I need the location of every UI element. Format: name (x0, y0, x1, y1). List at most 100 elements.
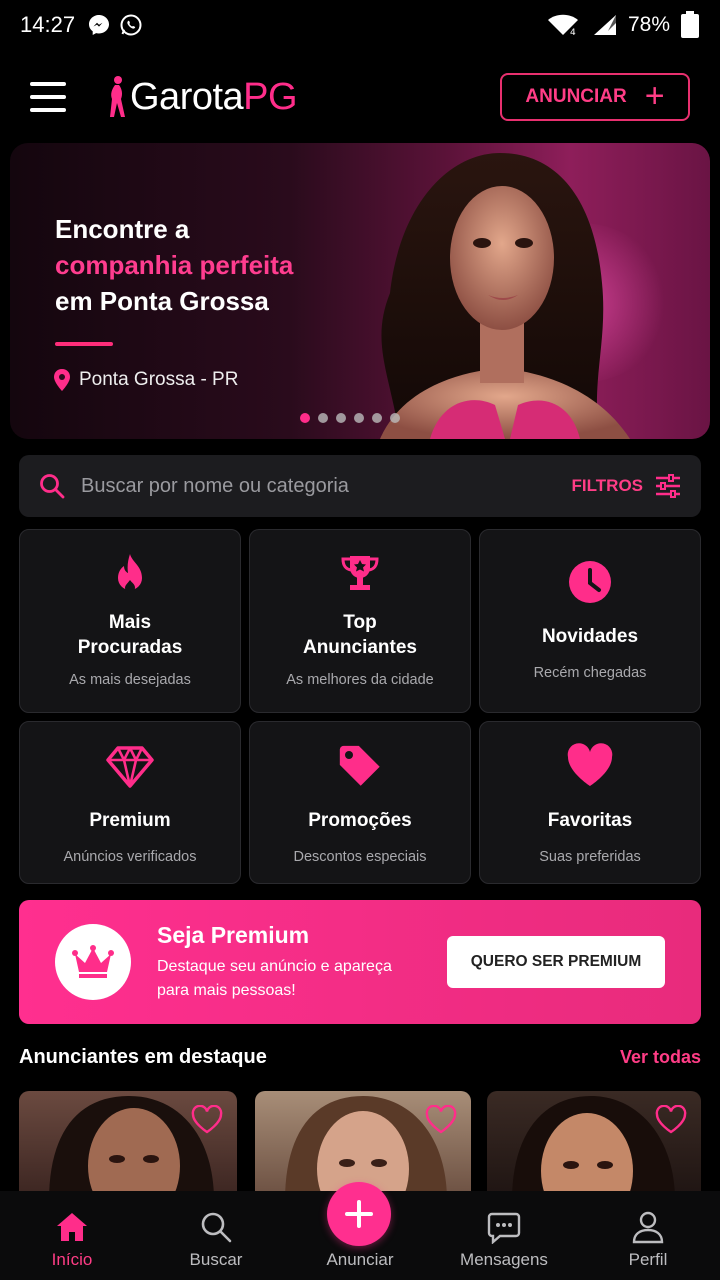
nav-label: Anunciar (326, 1250, 394, 1269)
plus-icon: + (644, 76, 665, 115)
logo-figure-icon (110, 76, 125, 117)
featured-card[interactable] (19, 1091, 237, 1201)
anunciar-header-button[interactable]: ANUNCIAR + (500, 73, 690, 121)
category-subtitle: As mais desejadas (69, 672, 191, 688)
menu-button[interactable] (30, 82, 66, 112)
anunciar-header-label: ANUNCIAR (525, 86, 627, 107)
premium-cta-button[interactable]: QUERO SER PREMIUM (447, 936, 665, 988)
location-pin-icon (54, 369, 70, 391)
filters-button[interactable]: FILTROS (572, 474, 681, 498)
flame-icon (118, 554, 142, 593)
messenger-icon (89, 15, 110, 35)
featured-list (19, 1091, 719, 1201)
category-top-anunciantes[interactable]: Top Anunciantes As melhores da cidade (249, 529, 471, 713)
whatsapp-icon (120, 14, 142, 36)
tag-icon (339, 745, 380, 786)
carousel-dot[interactable] (372, 413, 382, 423)
trophy-icon (341, 556, 379, 590)
signal-icon (593, 15, 616, 35)
hero-line-1: Encontre a (55, 214, 190, 244)
nav-inicio[interactable]: Início (0, 1191, 144, 1280)
sliders-icon (656, 474, 680, 498)
category-favoritas[interactable]: Favoritas Suas preferidas (479, 721, 701, 884)
category-title: Top Anunciantes (295, 610, 425, 660)
category-subtitle: Suas preferidas (539, 849, 641, 865)
category-novidades[interactable]: Novidades Recém chegadas (479, 529, 701, 713)
category-promocoes[interactable]: Promoções Descontos especiais (249, 721, 471, 884)
favorite-heart-icon[interactable] (655, 1105, 687, 1135)
app-logo[interactable]: GarotaPG (106, 75, 298, 119)
search-input[interactable] (81, 474, 572, 498)
category-grid: Mais Procuradas As mais desejadas Top An… (19, 529, 702, 884)
menu-line (30, 108, 66, 112)
nav-buscar[interactable]: Buscar (144, 1191, 288, 1280)
carousel-dot[interactable] (390, 413, 400, 423)
crown-icon (72, 945, 114, 978)
carousel-dot[interactable] (336, 413, 346, 423)
favorite-heart-icon[interactable] (425, 1105, 457, 1135)
hero-headline: Encontre a companhia perfeita em Ponta G… (55, 211, 293, 319)
category-title-text: Mais Procuradas (77, 612, 183, 658)
nav-label: Início (51, 1250, 93, 1269)
category-title: Mais Procuradas (65, 610, 195, 660)
category-subtitle: Descontos especiais (293, 849, 427, 865)
diamond-icon (106, 746, 154, 788)
nav-label: Buscar (189, 1250, 243, 1269)
hero-model-image (380, 153, 630, 439)
battery-percent: 78% (627, 13, 670, 36)
filters-label: FILTROS (571, 476, 643, 495)
user-icon (632, 1211, 664, 1244)
category-title-text: Top Anunciantes (302, 612, 418, 658)
category-title: Favoritas (547, 810, 633, 831)
carousel-dot[interactable] (354, 413, 364, 423)
hero-line-2: companhia perfeita (55, 250, 294, 280)
category-title: Premium (89, 810, 171, 831)
nav-perfil[interactable]: Perfil (576, 1191, 720, 1280)
status-time: 14:27 (20, 12, 76, 37)
category-title: Novidades (541, 626, 639, 647)
hero-line-3: em Ponta Grossa (55, 286, 269, 316)
nav-mensagens[interactable]: Mensagens (432, 1191, 576, 1280)
premium-description: Destaque seu anúncio e apareça para mais… (157, 957, 392, 999)
category-title: Promoções (308, 810, 412, 831)
crown-badge (55, 924, 131, 1000)
status-bar: 14:27 4 78% (0, 0, 720, 50)
wifi-icon: 4 (547, 14, 578, 37)
carousel-dot[interactable] (300, 413, 310, 423)
menu-line (30, 82, 66, 86)
see-all-link[interactable]: Ver todas (620, 1047, 701, 1068)
nav-label: Mensagens (460, 1250, 548, 1269)
logo-text-part1: Garota (130, 75, 244, 118)
carousel-dot[interactable] (318, 413, 328, 423)
nav-label: Perfil (628, 1250, 668, 1269)
hero-location-text: Ponta Grossa - PR (79, 369, 239, 390)
search-icon (40, 474, 65, 499)
category-subtitle: Recém chegadas (533, 665, 647, 681)
home-icon (57, 1213, 87, 1241)
search-bar: FILTROS (19, 455, 701, 517)
hero-location: Ponta Grossa - PR (53, 369, 238, 391)
heart-icon (567, 743, 613, 786)
clock-icon (569, 561, 611, 603)
category-subtitle: Anúncios verificados (63, 849, 197, 865)
app-header: GarotaPG ANUNCIAR + (0, 62, 720, 132)
premium-banner: Seja Premium Destaque seu anúncio e apar… (19, 900, 701, 1024)
premium-text: Seja Premium Destaque seu anúncio e apar… (157, 922, 407, 1003)
logo-text-part2: PG (243, 75, 298, 118)
category-subtitle: As melhores da cidade (286, 672, 434, 688)
featured-title: Anunciantes em destaque (19, 1046, 267, 1068)
battery-icon (681, 11, 699, 38)
chat-icon (487, 1212, 521, 1244)
carousel-dots (300, 413, 400, 423)
featured-card[interactable] (487, 1091, 701, 1201)
premium-title: Seja Premium (157, 921, 310, 948)
featured-header: Anunciantes em destaque Ver todas (19, 1046, 701, 1069)
category-premium[interactable]: Premium Anúncios verificados (19, 721, 241, 884)
menu-line (30, 95, 66, 99)
category-mais-procuradas[interactable]: Mais Procuradas As mais desejadas (19, 529, 241, 713)
anunciar-fab-button[interactable] (327, 1182, 391, 1246)
hero-banner[interactable]: Encontre a companhia perfeita em Ponta G… (10, 143, 710, 439)
favorite-heart-icon[interactable] (191, 1105, 223, 1135)
logo-text: GarotaPG (130, 75, 298, 119)
search-icon (201, 1212, 232, 1243)
